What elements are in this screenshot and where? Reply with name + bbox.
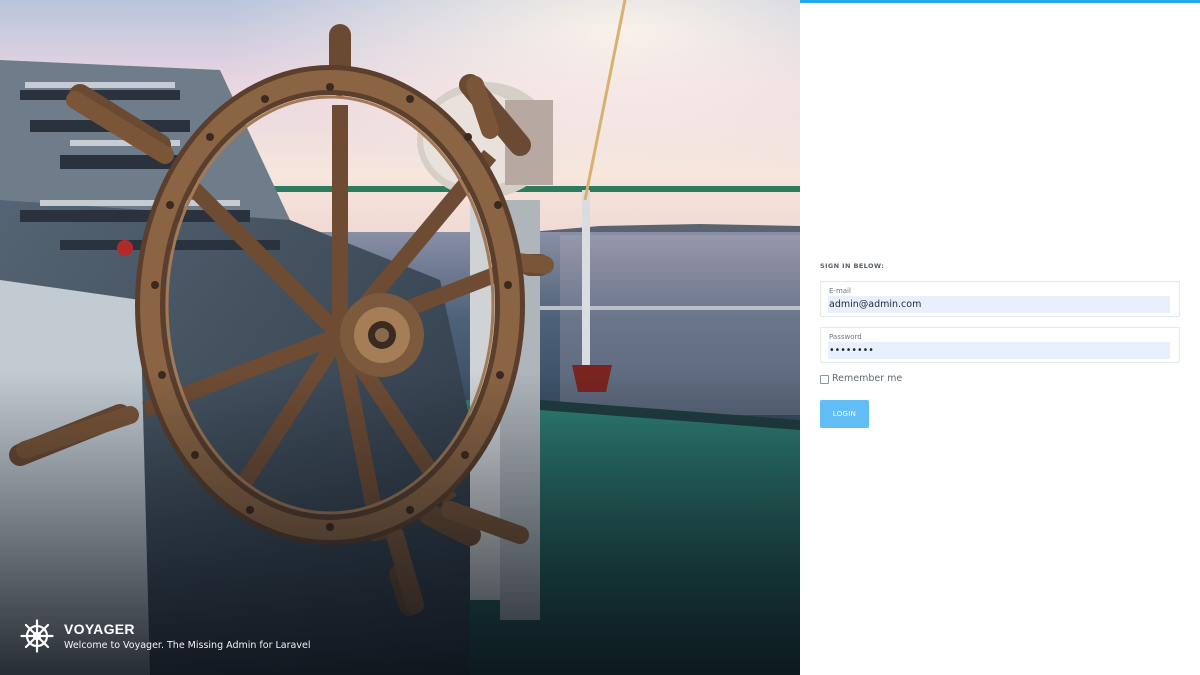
password-label: Password [829,333,862,341]
brand-title: VOYAGER [64,620,135,637]
remember-me-checkbox[interactable] [820,374,829,384]
top-accent-bar [800,0,1200,3]
email-label: E-mail [829,287,851,295]
email-input[interactable] [828,296,1170,313]
brand-tagline: Welcome to Voyager. The Missing Admin fo… [64,639,311,651]
ship-wheel-icon [20,619,54,653]
password-field-group[interactable]: Password [820,327,1180,363]
background-photo-ship-wheel [0,0,800,675]
remember-me-label[interactable]: Remember me [832,373,902,385]
sign-in-heading: SIGN IN BELOW: [820,262,885,270]
login-button[interactable]: LOGIN [820,400,869,428]
login-panel: SIGN IN BELOW: E-mail Password Remember … [800,0,1200,675]
email-field-group[interactable]: E-mail [820,281,1180,317]
remember-me-row[interactable]: Remember me [820,373,1180,385]
password-input[interactable] [828,342,1170,359]
hero-panel: VOYAGER Welcome to Voyager. The Missing … [0,0,800,675]
login-form: SIGN IN BELOW: E-mail Password Remember … [820,262,1180,428]
brand-block: VOYAGER Welcome to Voyager. The Missing … [20,619,310,653]
